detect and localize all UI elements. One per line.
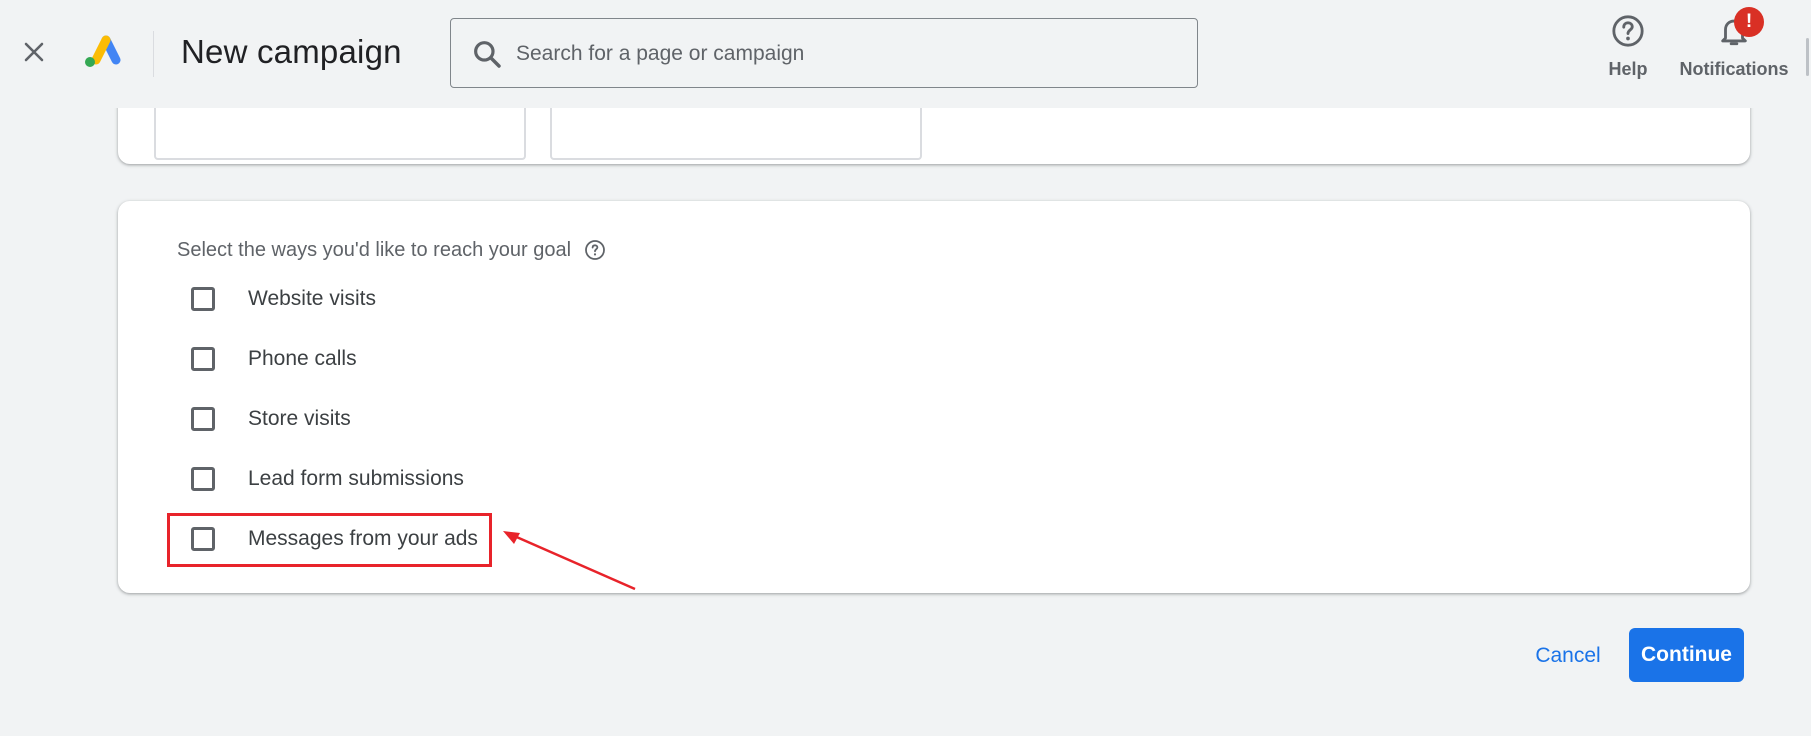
close-button[interactable] xyxy=(14,32,54,72)
option-label: Lead form submissions xyxy=(248,467,464,490)
option-label: Website visits xyxy=(248,287,376,310)
page-title: New campaign xyxy=(181,33,402,70)
checkbox[interactable] xyxy=(191,347,215,371)
checkbox[interactable] xyxy=(191,287,215,311)
annotation-arrow-icon xyxy=(503,531,636,591)
header-divider xyxy=(153,31,154,77)
close-icon xyxy=(24,42,44,62)
top-bar: New campaign Help ! Notifications xyxy=(0,0,1811,108)
help-icon[interactable] xyxy=(583,238,607,262)
google-ads-logo-icon xyxy=(85,35,121,67)
annotation-highlight-box xyxy=(167,513,492,567)
checkbox[interactable] xyxy=(191,407,215,431)
notifications-label: Notifications xyxy=(1679,59,1789,79)
help-label: Help xyxy=(1608,59,1648,79)
cancel-button[interactable]: Cancel xyxy=(1520,628,1616,684)
option-label: Phone calls xyxy=(248,347,357,370)
goal-question: Select the ways you'd like to reach your… xyxy=(177,238,607,262)
help-button[interactable]: Help xyxy=(1600,14,1656,80)
option-lead-form-submissions[interactable]: Lead form submissions xyxy=(191,459,464,499)
notifications-button[interactable]: ! Notifications xyxy=(1672,7,1796,80)
search-input[interactable] xyxy=(514,19,1178,89)
option-phone-calls[interactable]: Phone calls xyxy=(191,339,357,379)
option-website-visits[interactable]: Website visits xyxy=(191,279,376,319)
search-box[interactable] xyxy=(450,18,1198,89)
notification-badge: ! xyxy=(1734,7,1764,37)
continue-button[interactable]: Continue xyxy=(1629,628,1744,682)
help-icon xyxy=(1612,15,1644,47)
search-icon xyxy=(474,41,501,68)
checkbox[interactable] xyxy=(191,467,215,491)
scrollbar[interactable] xyxy=(1806,38,1809,76)
option-store-visits[interactable]: Store visits xyxy=(191,399,351,439)
goal-question-text: Select the ways you'd like to reach your… xyxy=(177,238,572,261)
option-label: Store visits xyxy=(248,407,351,430)
